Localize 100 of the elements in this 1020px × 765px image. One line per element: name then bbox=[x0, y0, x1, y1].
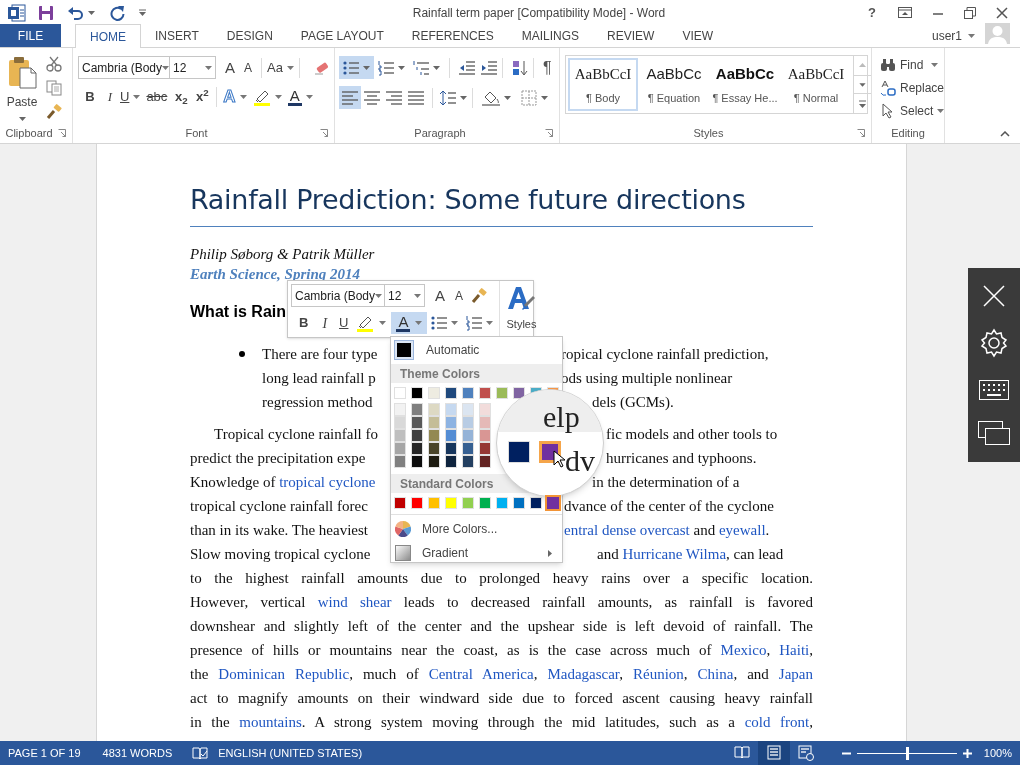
ribbon-tab[interactable]: PAGE LAYOUT bbox=[286, 24, 398, 47]
italic-button[interactable]: I bbox=[102, 86, 118, 108]
bullets-button[interactable] bbox=[431, 315, 459, 331]
caret-icon[interactable] bbox=[415, 321, 423, 325]
keyboard-icon[interactable] bbox=[979, 379, 1009, 400]
grow-font-button[interactable]: A bbox=[222, 60, 238, 75]
font-color-button[interactable]: A bbox=[391, 312, 428, 334]
customize-icon[interactable] bbox=[139, 9, 146, 16]
automatic-color-item[interactable]: Automatic bbox=[391, 337, 562, 362]
color-swatch[interactable] bbox=[445, 497, 457, 509]
link[interactable]: China bbox=[697, 666, 734, 682]
windows-icon[interactable] bbox=[978, 421, 1010, 446]
caret-icon[interactable] bbox=[18, 117, 26, 121]
ribbon-tab[interactable]: INSERT bbox=[141, 24, 213, 47]
link[interactable]: tropical cyclone bbox=[279, 474, 376, 490]
caret-icon[interactable] bbox=[375, 293, 383, 298]
redo-icon[interactable] bbox=[109, 4, 125, 21]
ribbon-tab[interactable]: MAILINGS bbox=[507, 24, 594, 47]
superscript-button[interactable]: x$^{2}$ bbox=[193, 86, 212, 108]
highlight-button[interactable] bbox=[356, 314, 387, 332]
word-count[interactable]: 4831 WORDS bbox=[102, 744, 173, 762]
bold-button[interactable]: B bbox=[299, 313, 309, 333]
color-swatch[interactable] bbox=[394, 442, 406, 455]
color-swatch[interactable] bbox=[394, 455, 406, 468]
borders-button[interactable] bbox=[521, 89, 548, 106]
settings-icon[interactable] bbox=[979, 328, 1009, 359]
sort-icon[interactable] bbox=[512, 59, 528, 76]
color-swatch[interactable] bbox=[479, 416, 491, 429]
decrease-indent-icon[interactable] bbox=[459, 60, 475, 75]
color-swatch[interactable] bbox=[462, 429, 474, 442]
caret-icon[interactable] bbox=[433, 65, 440, 70]
link[interactable]: Central America bbox=[428, 666, 534, 682]
collapse-ribbon-icon[interactable] bbox=[1000, 131, 1010, 137]
link[interactable]: Mexico bbox=[720, 642, 767, 658]
link[interactable]: Madagascar bbox=[547, 666, 620, 682]
align-left-button[interactable] bbox=[339, 86, 361, 109]
color-swatch[interactable] bbox=[513, 497, 525, 509]
style-item[interactable]: AaBbCc ¶ Essay He... bbox=[710, 58, 780, 111]
line-spacing-button[interactable] bbox=[440, 89, 467, 106]
color-swatch[interactable] bbox=[428, 403, 440, 416]
restore-icon[interactable] bbox=[964, 6, 976, 19]
caret-icon[interactable] bbox=[88, 10, 95, 15]
font-name-field[interactable]: Cambria (Body bbox=[78, 56, 170, 79]
color-swatch[interactable] bbox=[479, 497, 491, 509]
link[interactable]: Réunion bbox=[633, 666, 684, 682]
paste-button[interactable]: Paste bbox=[0, 48, 44, 123]
color-swatch[interactable] bbox=[445, 442, 457, 455]
color-swatch[interactable] bbox=[411, 416, 423, 429]
caret-icon[interactable] bbox=[162, 65, 169, 70]
link[interactable]: eyewall bbox=[718, 522, 766, 538]
user-name[interactable]: user1 bbox=[931, 26, 962, 45]
caret-icon[interactable] bbox=[286, 65, 294, 70]
font-size-field[interactable]: 12 bbox=[385, 284, 425, 307]
color-swatch[interactable] bbox=[479, 387, 491, 399]
color-swatch[interactable] bbox=[411, 429, 423, 442]
color-swatch[interactable] bbox=[428, 442, 440, 455]
color-swatch[interactable] bbox=[411, 387, 423, 399]
ribbon-tab[interactable]: HOME bbox=[75, 24, 141, 48]
caret-icon[interactable] bbox=[541, 95, 548, 100]
color-swatch[interactable] bbox=[530, 497, 542, 509]
italic-button[interactable]: I bbox=[322, 312, 328, 334]
cut-icon[interactable] bbox=[46, 56, 62, 72]
format-painter-icon[interactable] bbox=[471, 287, 488, 304]
zoom-level[interactable]: 100% bbox=[983, 744, 1012, 762]
caret-icon[interactable] bbox=[205, 65, 212, 70]
print-view-button[interactable] bbox=[757, 741, 790, 765]
copy-icon[interactable] bbox=[46, 80, 62, 96]
color-swatch[interactable] bbox=[513, 387, 525, 399]
link[interactable]: entral dense overcast bbox=[564, 522, 690, 538]
color-swatch[interactable] bbox=[445, 416, 457, 429]
color-swatch[interactable] bbox=[394, 403, 406, 416]
style-item[interactable]: AaBbCcI ¶ Body bbox=[568, 58, 638, 111]
undo-icon[interactable] bbox=[68, 5, 84, 20]
color-swatch[interactable] bbox=[445, 403, 457, 416]
color-swatch[interactable] bbox=[462, 442, 474, 455]
proofing-icon[interactable] bbox=[192, 746, 209, 760]
caret-icon[interactable] bbox=[504, 95, 511, 100]
color-swatch[interactable] bbox=[462, 416, 474, 429]
subscript-button[interactable]: x$_{2}$ bbox=[172, 86, 191, 108]
underline-button[interactable]: U bbox=[120, 86, 141, 108]
color-swatch[interactable] bbox=[411, 455, 423, 468]
color-swatch[interactable] bbox=[479, 403, 491, 416]
dialog-launcher-icon[interactable] bbox=[58, 129, 66, 137]
dialog-launcher-icon[interactable] bbox=[320, 129, 328, 137]
zoom-slider[interactable] bbox=[856, 746, 957, 760]
format-painter-icon[interactable] bbox=[46, 104, 62, 120]
language-indicator[interactable]: ENGLISH (UNITED STATES) bbox=[218, 744, 363, 762]
more-colors-item[interactable]: More Colors... bbox=[391, 517, 562, 541]
color-swatch[interactable] bbox=[479, 429, 491, 442]
caret-icon[interactable] bbox=[239, 95, 247, 99]
font-size-field[interactable]: 12 bbox=[170, 56, 216, 79]
color-swatch[interactable] bbox=[462, 387, 474, 399]
color-swatch[interactable] bbox=[394, 497, 406, 509]
caret-icon[interactable] bbox=[414, 293, 421, 298]
color-swatch[interactable] bbox=[394, 416, 406, 429]
bold-button[interactable]: B bbox=[82, 86, 98, 108]
style-item[interactable]: AaBbCc ¶ Equation bbox=[639, 58, 709, 111]
caret-icon[interactable] bbox=[968, 33, 975, 38]
numbering-button[interactable] bbox=[466, 315, 494, 331]
text-effects-button[interactable]: A bbox=[223, 86, 247, 108]
